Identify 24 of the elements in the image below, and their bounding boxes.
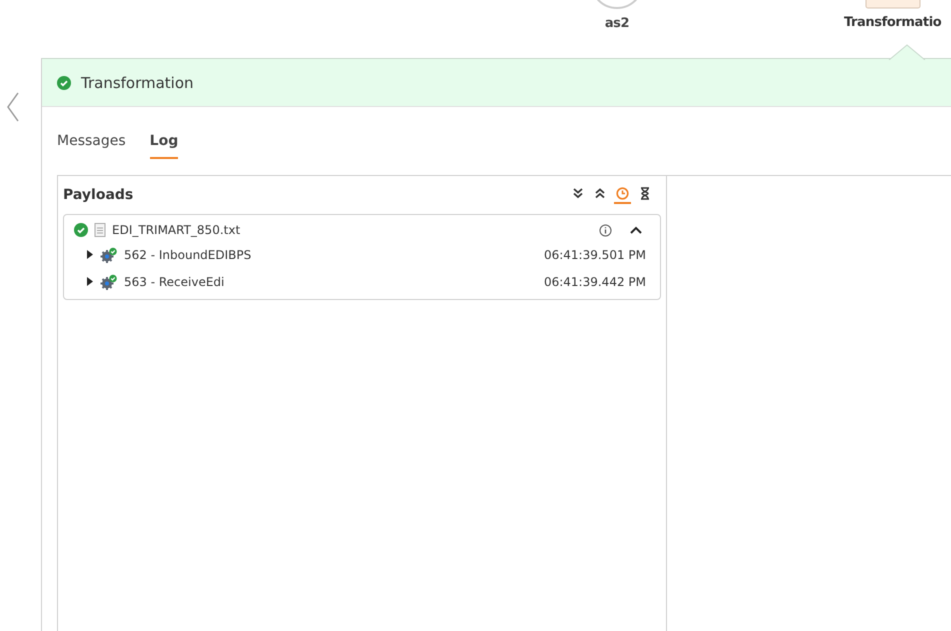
expand-caret[interactable] xyxy=(86,250,94,259)
double-chevron-up-icon xyxy=(594,187,606,199)
file-name: EDI_TRIMART_850.txt xyxy=(112,223,240,237)
clock-button[interactable] xyxy=(614,186,631,204)
panel-title: Payloads xyxy=(63,187,134,203)
gears-icon xyxy=(100,274,118,290)
double-chevron-down-icon xyxy=(572,187,584,199)
step-label: as2 xyxy=(604,16,630,31)
expand-caret[interactable] xyxy=(86,277,94,286)
process-label[interactable]: 562 - InboundEDIBPS xyxy=(124,248,252,262)
info-icon[interactable] xyxy=(599,224,612,236)
collapse-chevron-button[interactable] xyxy=(630,225,642,235)
tab[interactable]: Messages xyxy=(57,131,126,159)
step-label: Transformatio xyxy=(844,15,942,30)
status-title: Transformation xyxy=(81,74,194,92)
document-icon xyxy=(94,223,106,237)
timestamp: 06:41:39.442 PM xyxy=(544,274,646,288)
gears-icon xyxy=(100,246,118,262)
process-label[interactable]: 563 - ReceiveEdi xyxy=(124,274,224,288)
chevron-left-icon[interactable] xyxy=(6,92,20,122)
tab[interactable]: Log xyxy=(150,131,178,159)
timestamp: 06:41:39.501 PM xyxy=(544,248,646,262)
clock-icon xyxy=(616,186,629,200)
hourglass-icon xyxy=(639,186,651,200)
